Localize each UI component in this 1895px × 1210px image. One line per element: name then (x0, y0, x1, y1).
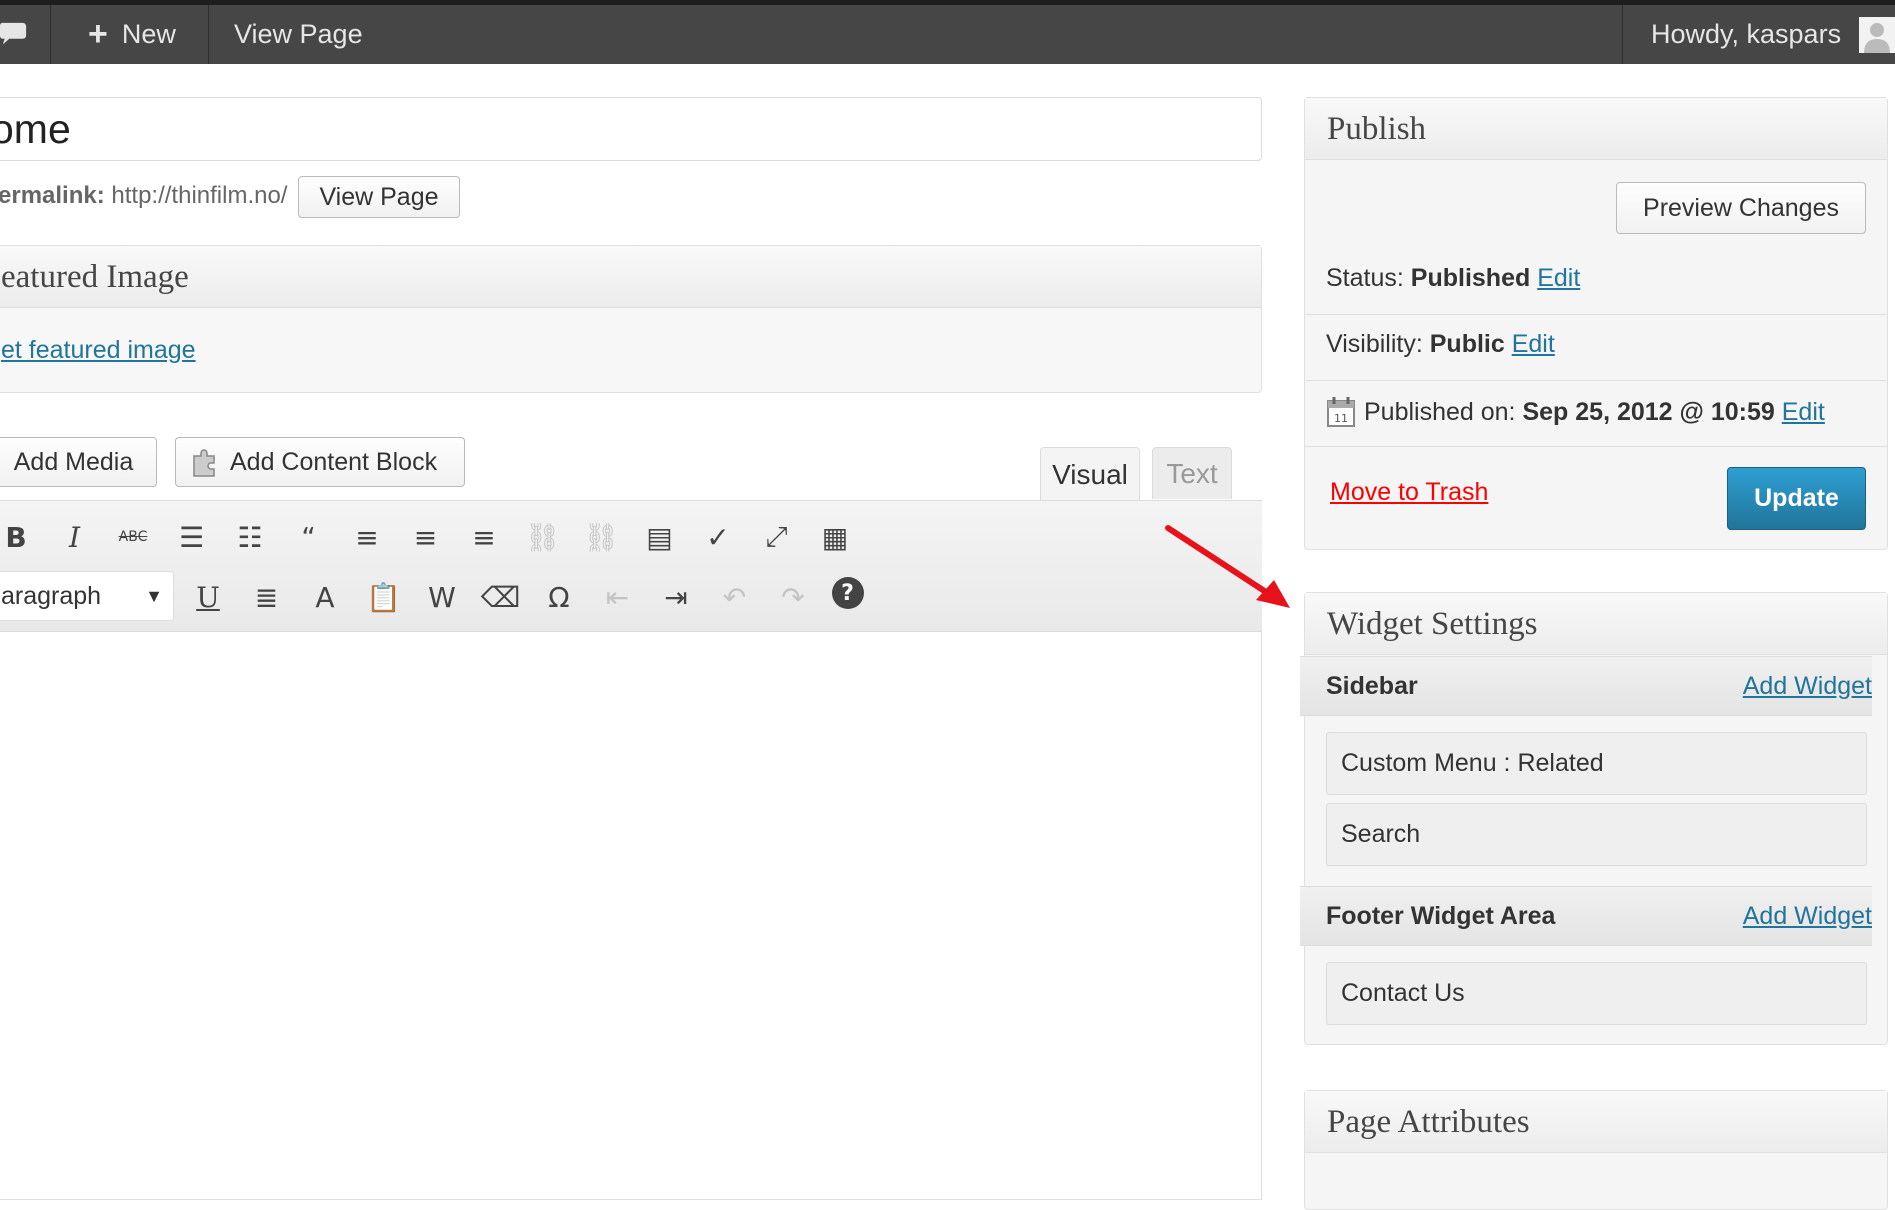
add-content-block-button[interactable]: Add Content Block (175, 437, 465, 487)
tab-text[interactable]: Text (1152, 447, 1232, 499)
widget-item[interactable]: Search (1326, 803, 1867, 866)
format-select[interactable]: aragraph ▼ (0, 571, 174, 621)
published-on-value: Sep 25, 2012 @ 10:59 (1522, 397, 1775, 426)
published-on-row: 11 Published on: Sep 25, 2012 @ 10:59 Ed… (1326, 396, 1825, 428)
italic-icon[interactable]: I (55, 517, 95, 557)
status-value: Published (1410, 264, 1531, 292)
edit-status-link[interactable]: Edit (1537, 264, 1580, 292)
visibility-row: Visibility: Public Edit (1326, 330, 1555, 359)
bold-icon[interactable]: B (0, 517, 36, 557)
help-icon[interactable]: ? (831, 577, 864, 609)
divider (1304, 314, 1888, 315)
clear-formatting-icon[interactable]: ⌫ (481, 577, 521, 617)
align-left-icon[interactable]: ≡ (347, 517, 387, 557)
spellcheck-icon[interactable]: ✓ (698, 517, 738, 557)
speech-bubble-icon (0, 22, 27, 44)
published-on-label: Published on: (1364, 397, 1516, 426)
preview-changes-button[interactable]: Preview Changes (1616, 182, 1866, 234)
add-media-button[interactable]: Add Media (0, 437, 157, 487)
publish-title: Publish (1305, 98, 1887, 160)
insert-link-icon[interactable]: ⛓ (523, 517, 563, 557)
featured-image-box: eatured Image et featured image (0, 245, 1262, 393)
avatar[interactable] (1859, 5, 1895, 64)
redo-icon[interactable]: ↷ (773, 577, 813, 617)
new-menu[interactable]: + New (88, 5, 176, 64)
align-right-icon[interactable]: ≡ (464, 517, 504, 557)
page-attributes-box: Page Attributes (1304, 1090, 1888, 1210)
new-label: New (121, 19, 176, 49)
view-page-link[interactable]: View Page (234, 5, 363, 64)
post-title-input[interactable]: ome (0, 97, 1262, 161)
tab-visual[interactable]: Visual (1040, 447, 1140, 501)
paste-word-icon[interactable]: W (422, 577, 462, 617)
divider (1304, 446, 1888, 447)
status-row: Status: Published Edit (1326, 264, 1580, 293)
indent-icon[interactable]: ⇥ (656, 577, 696, 617)
edit-visibility-link[interactable]: Edit (1512, 330, 1555, 358)
visibility-label: Visibility: (1326, 330, 1423, 358)
bullet-list-icon[interactable]: ☰ (172, 517, 212, 557)
edit-date-link[interactable]: Edit (1782, 398, 1825, 427)
format-select-value: aragraph (1, 582, 102, 610)
update-button[interactable]: Update (1727, 467, 1866, 530)
unlink-icon[interactable]: ⛓ (581, 517, 621, 557)
plus-icon: + (88, 15, 108, 53)
widget-item[interactable]: Contact Us (1326, 962, 1867, 1025)
add-widget-link[interactable]: Add Widget (1743, 902, 1872, 931)
status-label: Status: (1326, 264, 1404, 292)
editor-toolbar: B I ABC ☰ ☷ “ ≡ ≡ ≡ ⛓ ⛓ ▤ ✓ ⤢ ▦ U ≣ A 📋 W ⌫ Ω ⇤ ⇥ ↶ ↷? aragraph … (0, 500, 1262, 632)
comments-icon[interactable] (0, 5, 28, 64)
svg-text:11: 11 (1334, 412, 1348, 425)
widget-area-sidebar: Sidebar Add Widget (1300, 656, 1872, 716)
justify-icon[interactable]: ≣ (247, 577, 287, 617)
visibility-value: Public (1429, 330, 1505, 358)
widget-settings-title: Widget Settings (1305, 593, 1887, 655)
puzzle-icon (193, 449, 215, 477)
add-content-block-label: Add Content Block (230, 447, 438, 476)
chevron-down-icon: ▼ (145, 586, 163, 606)
move-to-trash-link[interactable]: Move to Trash (1330, 478, 1488, 507)
widget-area-name: Sidebar (1326, 672, 1418, 700)
paste-text-icon[interactable]: 📋 (364, 577, 404, 617)
more-tag-icon[interactable]: ▤ (640, 517, 680, 557)
howdy-menu[interactable]: Howdy, kaspars (1651, 5, 1841, 64)
undo-icon[interactable]: ↶ (715, 577, 755, 617)
featured-image-title: eatured Image (0, 246, 1261, 308)
widget-area-name: Footer Widget Area (1326, 902, 1556, 930)
admin-bar: + New View Page Howdy, kaspars (0, 0, 1895, 64)
permalink-url: http://thinfilm.no/ (111, 182, 288, 209)
permalink-label: ermalink: (0, 182, 105, 209)
text-color-icon[interactable]: A (305, 577, 345, 617)
permalink-view-page-button[interactable]: View Page (298, 176, 460, 218)
divider (1304, 380, 1888, 381)
annotation-arrow-icon (1165, 525, 1290, 608)
widget-area-footer: Footer Widget Area Add Widget (1300, 886, 1872, 946)
special-character-icon[interactable]: Ω (539, 577, 579, 617)
user-avatar-icon (1859, 16, 1895, 53)
add-widget-link[interactable]: Add Widget (1743, 672, 1872, 701)
numbered-list-icon[interactable]: ☷ (230, 517, 270, 557)
kitchen-sink-icon[interactable]: ▦ (815, 517, 855, 557)
fullscreen-icon[interactable]: ⤢ (757, 517, 797, 557)
set-featured-image-link[interactable]: et featured image (1, 336, 196, 365)
widget-item[interactable]: Custom Menu : Related (1326, 732, 1867, 795)
page-attributes-title: Page Attributes (1305, 1091, 1887, 1153)
outdent-icon[interactable]: ⇤ (598, 577, 638, 617)
strikethrough-icon[interactable]: ABC (113, 517, 153, 557)
underline-icon[interactable]: U (188, 577, 228, 617)
align-center-icon[interactable]: ≡ (406, 517, 446, 557)
blockquote-icon[interactable]: “ (289, 517, 329, 557)
permalink-row: ermalink: http://thinfilm.no/ (0, 182, 287, 210)
calendar-icon: 11 (1327, 397, 1355, 427)
